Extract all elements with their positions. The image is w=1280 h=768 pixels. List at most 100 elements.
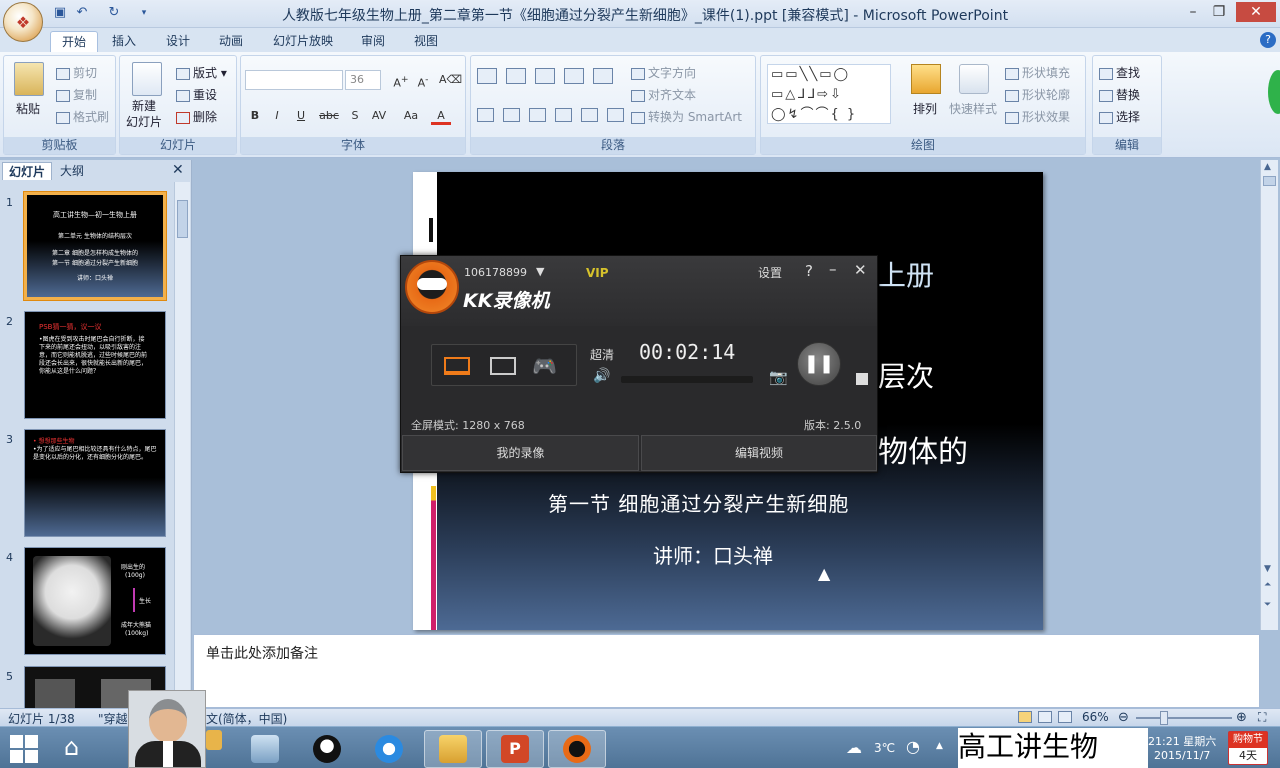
scroll-up-icon[interactable]: ▲	[1264, 162, 1271, 172]
vip-badge[interactable]: VIP	[586, 266, 609, 280]
replace-button[interactable]: 替换	[1099, 86, 1140, 103]
line-spacing-icon[interactable]	[593, 68, 613, 84]
bullets-icon[interactable]	[477, 68, 497, 84]
pause-button[interactable]: ❚❚	[797, 342, 841, 386]
kk-quality[interactable]: 超清	[590, 346, 614, 363]
shapes-gallery[interactable]: ▭▭╲╲▭◯ ▭△ᒧᒧ⇨⇩ ◯↯⌒⌒{ }	[767, 64, 891, 124]
font-color-button[interactable]: A	[431, 107, 451, 125]
font-name-input[interactable]	[245, 70, 343, 90]
columns-icon[interactable]	[607, 108, 624, 122]
region-mode-icon[interactable]	[490, 357, 516, 375]
pane-scrollbar[interactable]	[174, 182, 190, 708]
tab-review[interactable]: 审阅	[350, 31, 396, 52]
zoom-in-icon[interactable]: ⊕	[1236, 710, 1247, 725]
pane-close-icon[interactable]: ✕	[172, 162, 184, 178]
tab-slideshow[interactable]: 幻灯片放映	[262, 31, 344, 52]
scroll-down-icon[interactable]: ▼	[1264, 564, 1271, 574]
find-button[interactable]: 查找	[1099, 64, 1140, 81]
help-icon[interactable]: ?	[1260, 32, 1276, 48]
kk-settings-button[interactable]: 设置	[758, 264, 782, 281]
select-button[interactable]: 选择	[1099, 108, 1140, 125]
arrange-icon[interactable]	[911, 64, 941, 94]
paste-icon[interactable]	[14, 62, 44, 96]
font-size-input[interactable]: 36	[345, 70, 381, 90]
game-mode-icon[interactable]: 🎮	[532, 354, 557, 378]
bold-button[interactable]: B	[245, 107, 265, 125]
account-dropdown-icon[interactable]: ▼	[536, 265, 544, 278]
numbering-icon[interactable]	[506, 68, 526, 84]
tab-view[interactable]: 视图	[403, 31, 449, 52]
tab-insert[interactable]: 插入	[101, 31, 147, 52]
kk-close-icon[interactable]: ✕	[854, 261, 867, 279]
restore-icon[interactable]: ❐	[1206, 2, 1232, 22]
layout-button[interactable]: 版式 ▾	[176, 64, 227, 81]
volume-slider[interactable]	[621, 376, 753, 383]
sorter-view-icon[interactable]	[1038, 711, 1052, 723]
calendar-badge[interactable]: 购物节 4天	[1228, 731, 1268, 765]
screenshot-icon[interactable]: 📷	[769, 368, 788, 386]
tray-expand-icon[interactable]: ▲	[936, 741, 943, 751]
increase-indent-icon[interactable]	[564, 68, 584, 84]
slide-thumbnail-3[interactable]: • 想想那些生物 •为了适应与尾巴相比较还具有什么特点，尾巴是变化以后的分化，还…	[24, 429, 166, 537]
shape-effects-button[interactable]: 形状效果	[1005, 108, 1070, 125]
save-icon[interactable]: ▣	[52, 5, 68, 21]
justify-icon[interactable]	[555, 108, 572, 122]
tab-outline[interactable]: 大纲	[54, 162, 90, 180]
align-left-icon[interactable]	[477, 108, 494, 122]
align-text-button[interactable]: 对齐文本	[631, 86, 696, 103]
taskbar-app-browser[interactable]	[360, 730, 418, 768]
smartart-button[interactable]: 转换为 SmartArt	[631, 108, 742, 125]
cut-button[interactable]: 剪切	[56, 64, 97, 81]
home-icon[interactable]: ⌂	[64, 733, 79, 761]
taskbar-app-explorer[interactable]	[424, 730, 482, 768]
slide-thumbnail-4[interactable]: 刚出生的 (100g) 生长 成年大熊猫 (100kg)	[24, 547, 166, 655]
zoom-out-icon[interactable]: ⊖	[1118, 710, 1129, 725]
format-painter-button[interactable]: 格式刷	[56, 108, 109, 125]
volume-icon[interactable]: 🔊	[593, 368, 610, 384]
minimize-icon[interactable]: –	[1180, 2, 1206, 22]
office-button[interactable]: ❖	[3, 2, 43, 42]
zoom-level[interactable]: 66%	[1082, 710, 1109, 724]
close-icon[interactable]: ✕	[1236, 2, 1276, 22]
taskbar-app-powerpoint[interactable]: P	[486, 730, 544, 768]
fit-window-icon[interactable]: ⛶	[1258, 710, 1266, 725]
zoom-slider-thumb[interactable]	[1160, 711, 1168, 725]
notes-pane[interactable]: 单击此处添加备注	[193, 634, 1260, 708]
redo-icon[interactable]: ↻	[106, 5, 122, 21]
taskbar-app-monitor[interactable]	[236, 730, 294, 768]
zoom-slider[interactable]	[1136, 717, 1232, 719]
copy-button[interactable]: 复制	[56, 86, 97, 103]
tab-design[interactable]: 设计	[155, 31, 201, 52]
pane-scroll-thumb[interactable]	[177, 200, 188, 238]
weather-temp[interactable]: 3℃	[874, 741, 895, 755]
shadow-button[interactable]: S	[345, 107, 365, 125]
clock-time[interactable]: 21:21 星期六	[1148, 733, 1216, 749]
underline-button[interactable]: U	[291, 107, 311, 125]
tab-slides[interactable]: 幻灯片	[2, 162, 53, 180]
quick-styles-button[interactable]: 快速样式	[949, 100, 997, 117]
char-spacing-button[interactable]: AV	[367, 107, 391, 125]
change-case-button[interactable]: Aa	[399, 107, 423, 125]
align-center-icon[interactable]	[503, 108, 520, 122]
floating-green-icon[interactable]	[1268, 70, 1280, 114]
kk-help-icon[interactable]: ?	[805, 262, 813, 280]
my-recordings-button[interactable]: 我的录像	[402, 435, 639, 471]
slide-thumbnail-1[interactable]: 高工讲生物—初一生物上册 第二单元 生物体的结构层次 第二章 细胞是怎样构成生物…	[23, 191, 167, 301]
qat-customize-icon[interactable]: ▾	[136, 5, 152, 21]
arrange-button[interactable]: 排列	[913, 100, 937, 117]
weather-cloud-icon[interactable]: ☁	[846, 738, 862, 757]
taskbar-app-kk[interactable]	[548, 730, 606, 768]
taskbar-app-qq[interactable]	[298, 730, 356, 768]
normal-view-icon[interactable]	[1018, 711, 1032, 723]
grow-font-icon[interactable]: A+	[391, 71, 411, 90]
undo-icon[interactable]: ↶	[74, 5, 90, 21]
next-slide-icon[interactable]: ⏷	[1264, 600, 1271, 610]
slideshow-view-icon[interactable]	[1058, 711, 1072, 723]
prev-slide-icon[interactable]: ⏶	[1264, 580, 1271, 590]
italic-button[interactable]: I	[267, 107, 287, 125]
shape-fill-button[interactable]: 形状填充	[1005, 64, 1070, 81]
new-slide-icon[interactable]	[132, 62, 162, 96]
delete-slide-button[interactable]: 删除	[176, 108, 217, 125]
wifi-icon[interactable]: ◔	[906, 737, 920, 756]
tab-animations[interactable]: 动画	[208, 31, 254, 52]
